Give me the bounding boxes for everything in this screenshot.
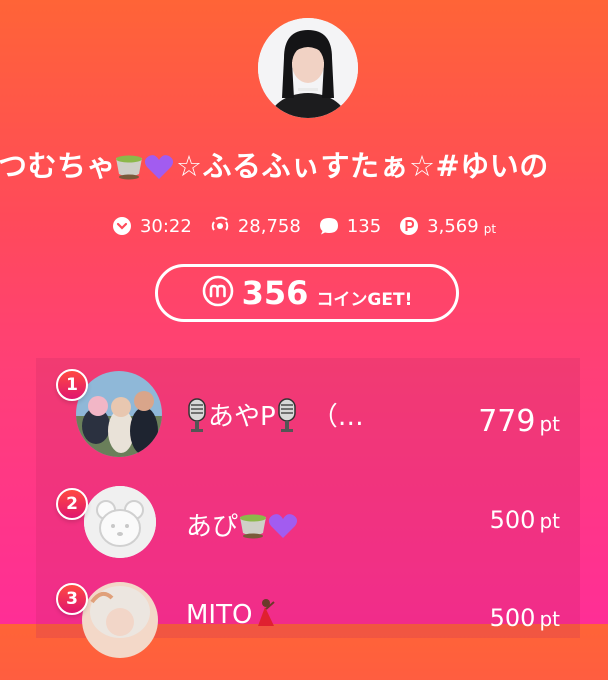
chevron-circle-icon	[112, 216, 132, 236]
points-unit: pt	[539, 607, 560, 631]
stream-title: つむちゃ ☆ふるふぃすたぁ☆#ゆいの	[0, 143, 608, 189]
points-icon	[399, 216, 419, 236]
points-stat: 3,569 pt	[399, 216, 496, 237]
purple-heart-icon	[268, 512, 298, 540]
viewers-stat: 28,758	[210, 216, 301, 237]
coin-get-button[interactable]: 356 コインGET!	[155, 264, 459, 322]
ranking-row[interactable]: 1 あやP （… 779 pt	[36, 368, 580, 468]
user-name: あやP （…	[186, 396, 426, 433]
points-unit: pt	[539, 509, 560, 533]
user-name-text: あやP	[208, 402, 276, 432]
rank-badge: 2	[56, 488, 88, 520]
rank-badge: 1	[56, 369, 88, 401]
comments-value: 135	[346, 215, 382, 237]
user-points: 500 pt	[490, 604, 560, 632]
title-suffix: ☆ふるふぃすたぁ☆#ゆいの	[176, 149, 549, 183]
points-unit: pt	[483, 222, 497, 236]
ranking-row[interactable]: 3 MITO 500 pt	[36, 580, 580, 680]
purple-heart-icon	[144, 148, 176, 179]
rank-badge: 3	[56, 583, 88, 615]
duration-stat: 30:22	[112, 216, 192, 237]
user-points: 779 pt	[478, 404, 560, 439]
ranking-row[interactable]: 2 あぴ 500 pt	[36, 478, 580, 578]
duration-value: 30:22	[139, 215, 192, 237]
points-value: 3,569	[427, 215, 479, 237]
broadcast-icon	[210, 216, 230, 236]
user-avatar[interactable]	[82, 582, 158, 658]
user-name: あぴ	[186, 506, 426, 543]
coin-m-icon	[202, 275, 234, 311]
comments-stat: 135	[319, 216, 381, 237]
user-avatar[interactable]	[76, 371, 162, 457]
user-name: MITO	[186, 598, 426, 630]
title-prefix: つむちゃ	[0, 149, 117, 183]
user-points: 500 pt	[490, 506, 560, 534]
points-number: 779	[478, 404, 536, 439]
points-number: 500	[489, 506, 536, 534]
coin-amount: 356	[241, 274, 309, 312]
user-name-text: MITO	[186, 600, 253, 630]
user-name-ellipsis: （…	[311, 402, 364, 432]
viewers-value: 28,758	[237, 215, 301, 237]
user-avatar[interactable]	[84, 486, 156, 558]
tea-emoji-icon	[238, 513, 268, 539]
streamer-avatar[interactable]	[258, 18, 358, 118]
points-unit: pt	[539, 412, 560, 436]
microphone-icon	[276, 397, 298, 433]
comment-icon	[319, 216, 339, 236]
points-number: 500	[489, 604, 536, 632]
stats-bar: 30:22 28,758 135 3,569 pt	[0, 211, 608, 241]
tea-emoji-icon	[116, 147, 146, 180]
user-name-text: あぴ	[186, 512, 239, 542]
coin-suffix: コインGET!	[316, 289, 413, 310]
microphone-icon	[186, 397, 208, 433]
ranking-panel: 1 あやP （… 779 pt 2 あぴ 500 pt 3 MITO 500 p…	[36, 358, 580, 658]
